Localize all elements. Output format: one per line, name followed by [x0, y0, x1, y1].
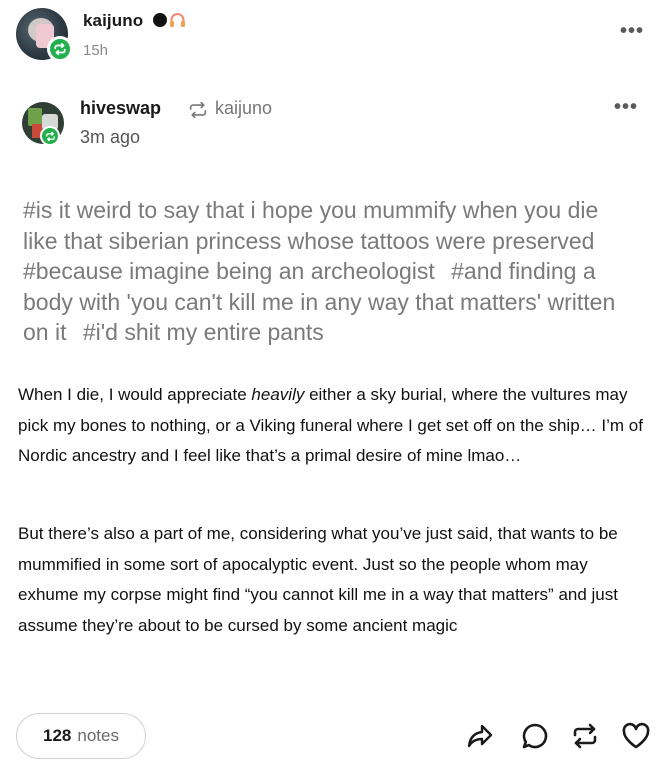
- reblogger-username[interactable]: kaijuno: [83, 11, 143, 30]
- notes-label: notes: [77, 726, 119, 745]
- reblogger-name-row: kaijuno: [83, 11, 186, 33]
- tag[interactable]: #is it weird to say that i hope you mumm…: [23, 197, 598, 254]
- tag[interactable]: #because imagine being an archeologist: [23, 258, 435, 284]
- reblog-badge-icon: [40, 126, 60, 146]
- reply-icon[interactable]: [519, 720, 551, 752]
- tag[interactable]: #i'd shit my entire pants: [83, 319, 324, 345]
- like-icon[interactable]: [620, 720, 652, 752]
- p1-emphasis: heavily: [251, 385, 305, 404]
- tag-list: #is it weird to say that i hope you mumm…: [23, 195, 638, 348]
- notes-count: 128: [43, 726, 72, 745]
- reblogged-from-username[interactable]: kaijuno: [215, 98, 272, 119]
- notes-button[interactable]: 128 notes: [16, 713, 146, 759]
- post-paragraph-1: When I die, I would appreciate heavily e…: [18, 380, 648, 472]
- post-time: 3m ago: [80, 127, 141, 147]
- reblog-time: 15h: [83, 42, 109, 59]
- p1-text: When I die, I would appreciate: [18, 385, 252, 404]
- black-circle-icon: [152, 12, 168, 33]
- reblog-icon[interactable]: [569, 720, 601, 752]
- original-username[interactable]: hiveswap: [80, 98, 161, 119]
- original-menu-icon[interactable]: •••: [614, 96, 638, 119]
- post-menu-icon[interactable]: •••: [620, 20, 644, 43]
- share-icon[interactable]: [464, 720, 496, 752]
- headphones-icon: [169, 12, 186, 33]
- reblog-arrow-icon: [188, 101, 208, 124]
- post-paragraph-2: But there’s also a part of me, consideri…: [18, 524, 618, 635]
- reblog-badge-icon: [47, 36, 73, 62]
